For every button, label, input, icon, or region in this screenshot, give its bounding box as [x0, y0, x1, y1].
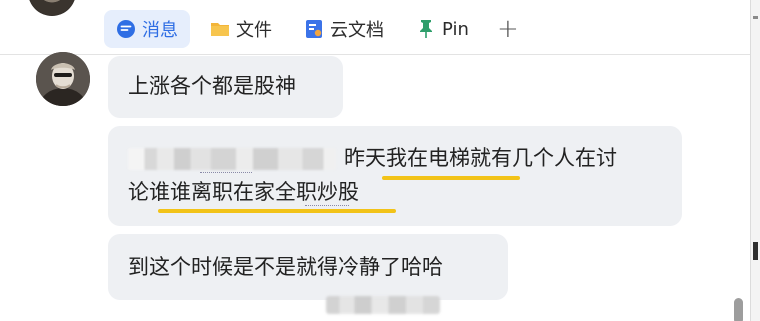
- dotted-underline: [200, 172, 252, 173]
- sender-avatar[interactable]: [36, 52, 90, 106]
- previous-message-avatar[interactable]: [28, 0, 76, 16]
- message-icon: [116, 19, 136, 39]
- message-text: 上涨各个都是股神: [128, 74, 296, 98]
- side-panel-edge: [750, 0, 760, 321]
- chat-window: 消息 文件 云文档 Pin + 上涨各个都是股神 昨天我在电梯就有几个人在讨 论…: [0, 0, 760, 321]
- folder-icon: [210, 19, 230, 39]
- tab-pin-label: Pin: [442, 18, 469, 40]
- highlight-underline: [382, 176, 520, 180]
- tab-files[interactable]: 文件: [198, 10, 284, 48]
- chat-tab-bar: 消息 文件 云文档 Pin +: [104, 8, 527, 50]
- message-text-line-2: 论谁谁离职在家全职炒股: [128, 180, 359, 204]
- redacted-mention: [128, 148, 336, 170]
- scrollbar-thumb[interactable]: [734, 298, 743, 321]
- tab-pin[interactable]: Pin: [404, 10, 481, 48]
- pin-icon: [416, 19, 436, 39]
- message-bubble[interactable]: 上涨各个都是股神: [108, 56, 343, 118]
- message-text: 到这个时候是不是就得冷静了哈哈: [128, 255, 443, 279]
- highlight-underline: [158, 209, 396, 213]
- tab-messages[interactable]: 消息: [104, 10, 190, 48]
- header-divider: [0, 54, 750, 55]
- side-panel-marker: [753, 242, 758, 260]
- dotted-underline: [305, 205, 349, 206]
- tab-cloud-docs-label: 云文档: [330, 20, 384, 41]
- message-bubble[interactable]: 到这个时候是不是就得冷静了哈哈: [108, 234, 508, 300]
- plus-icon: +: [496, 14, 519, 44]
- tab-files-label: 文件: [236, 20, 272, 41]
- add-tab-button[interactable]: +: [489, 10, 527, 48]
- tab-messages-label: 消息: [142, 20, 178, 41]
- redacted-watermark: [326, 296, 440, 314]
- cloud-doc-icon: [304, 19, 324, 39]
- tab-cloud-docs[interactable]: 云文档: [292, 10, 396, 48]
- message-text-line-1: 昨天我在电梯就有几个人在讨: [344, 146, 617, 170]
- side-panel-marker: [753, 16, 758, 19]
